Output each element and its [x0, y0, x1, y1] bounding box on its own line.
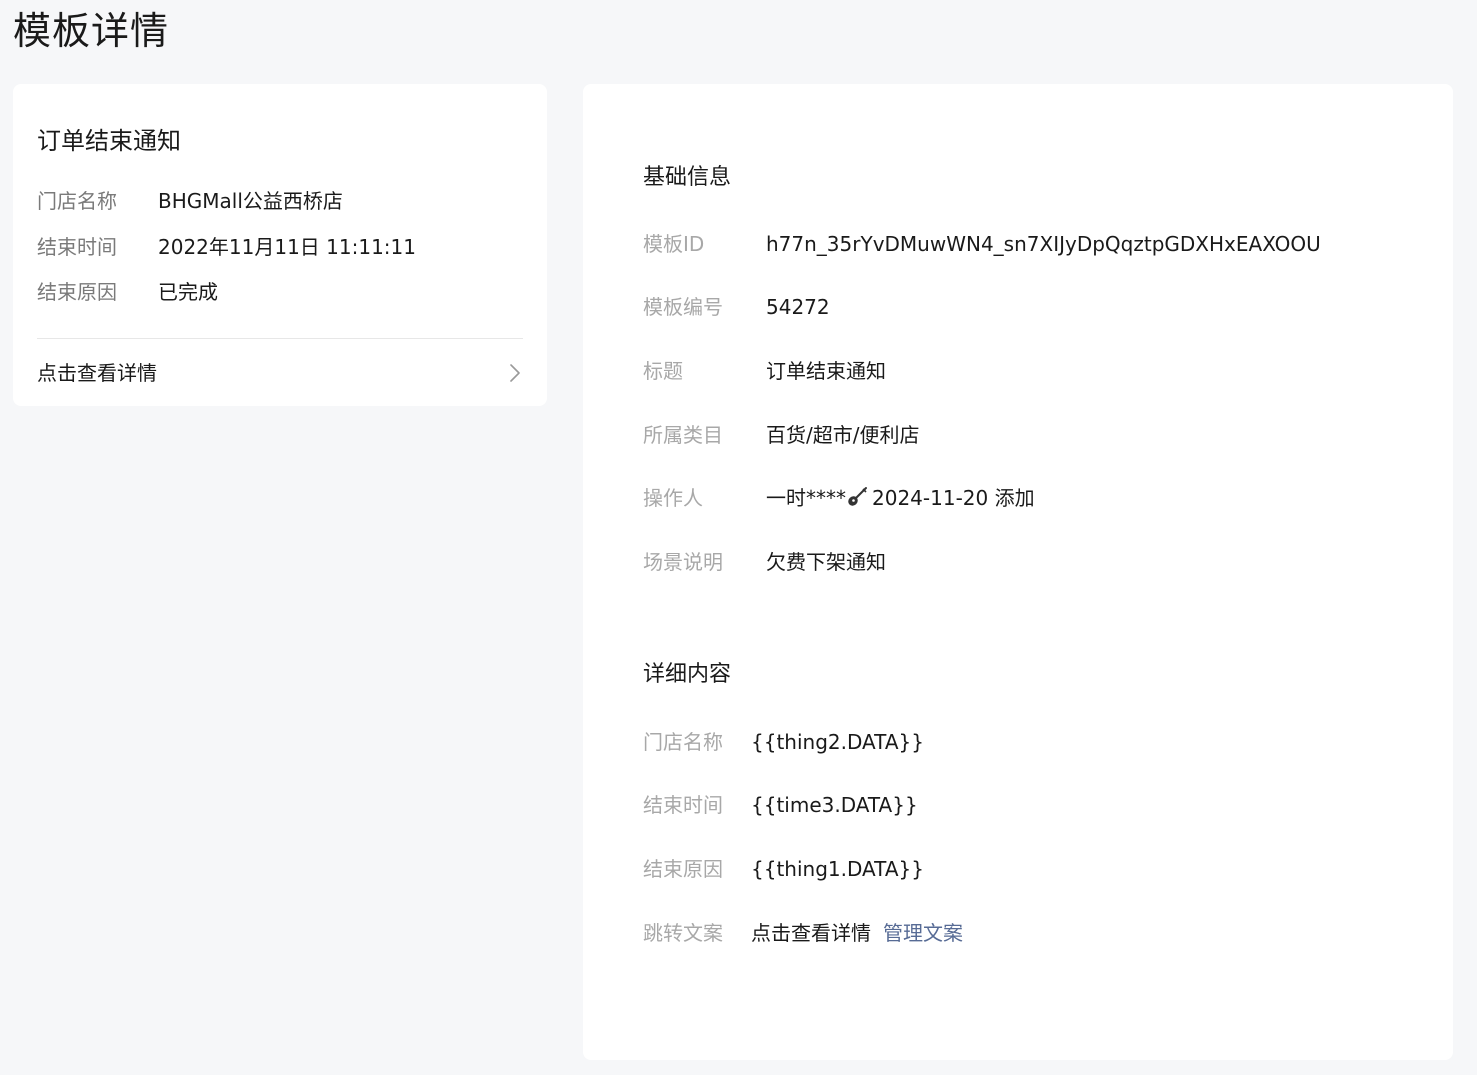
preview-field-value: 2022年11月11日 11:11:11 — [158, 235, 416, 259]
info-label: 标题 — [643, 359, 683, 383]
scene-value: 欠费下架通知 — [766, 550, 886, 574]
preview-field-store: 门店名称 BHGMall公益西桥店 — [37, 186, 343, 216]
info-label: 所属类目 — [643, 423, 723, 447]
info-row-scene: 场景说明 欠费下架通知 — [643, 547, 886, 577]
guitar-icon — [846, 486, 868, 508]
view-details-label: 点击查看详情 — [37, 361, 157, 385]
preview-field-label: 结束时间 — [37, 235, 117, 259]
content-row-end-time: 结束时间 {{time3.DATA}} — [643, 790, 918, 820]
jump-text-value: 点击查看详情 — [751, 921, 871, 945]
info-label: 场景说明 — [643, 550, 723, 574]
manage-copy-link[interactable]: 管理文案 — [883, 918, 963, 948]
preview-field-end-reason: 结束原因 已完成 — [37, 277, 218, 307]
preview-field-value: BHGMall公益西桥店 — [158, 189, 343, 213]
chevron-right-icon — [507, 363, 523, 383]
section-title-basic-info: 基础信息 — [643, 165, 732, 190]
content-label: 门店名称 — [643, 730, 723, 754]
template-id-value: h77n_35rYvDMuwWN4_sn7XIJyDpQqztpGDXHxEAX… — [766, 232, 1321, 256]
info-label: 模板ID — [643, 232, 705, 256]
info-row-operator: 操作人 一时**** 2024-11-20 添加 — [643, 483, 1035, 513]
info-label: 模板编号 — [643, 295, 723, 319]
info-row-category: 所属类目 百货/超市/便利店 — [643, 420, 919, 450]
content-label: 结束原因 — [643, 857, 723, 881]
info-row-template-no: 模板编号 54272 — [643, 292, 830, 322]
content-row-jump-text: 跳转文案 点击查看详情 管理文案 — [643, 918, 963, 948]
operator-action: 2024-11-20 添加 — [872, 486, 1035, 510]
preview-field-label: 结束原因 — [37, 280, 117, 304]
info-label: 操作人 — [643, 486, 703, 510]
message-preview-card: 订单结束通知 门店名称 BHGMall公益西桥店 结束时间 2022年11月11… — [13, 84, 547, 406]
preview-field-label: 门店名称 — [37, 189, 117, 213]
info-row-title: 标题 订单结束通知 — [643, 356, 886, 386]
operator-name: 一时**** — [766, 486, 846, 510]
template-no-value: 54272 — [766, 295, 830, 319]
preview-field-value: 已完成 — [158, 280, 218, 304]
preview-field-end-time: 结束时间 2022年11月11日 11:11:11 — [37, 232, 416, 262]
content-value: {{thing2.DATA}} — [751, 730, 924, 754]
content-label: 跳转文案 — [643, 921, 723, 945]
category-value: 百货/超市/便利店 — [766, 423, 920, 447]
section-title-detail-content: 详细内容 — [643, 662, 732, 687]
content-label: 结束时间 — [643, 793, 723, 817]
title-value: 订单结束通知 — [766, 359, 886, 383]
template-detail-card: 基础信息 模板ID h77n_35rYvDMuwWN4_sn7XIJyDpQqz… — [583, 84, 1453, 1060]
view-details-link[interactable]: 点击查看详情 — [37, 358, 523, 388]
info-row-template-id: 模板ID h77n_35rYvDMuwWN4_sn7XIJyDpQqztpGDX… — [643, 229, 1321, 259]
operator-value: 一时**** 2024-11-20 添加 — [766, 483, 1035, 513]
page-title: 模板详情 — [13, 9, 170, 53]
content-row-end-reason: 结束原因 {{thing1.DATA}} — [643, 854, 924, 884]
divider — [37, 338, 523, 339]
content-row-store: 门店名称 {{thing2.DATA}} — [643, 727, 924, 757]
content-value: {{thing1.DATA}} — [751, 857, 924, 881]
preview-title: 订单结束通知 — [37, 127, 181, 155]
content-value: {{time3.DATA}} — [751, 793, 918, 817]
